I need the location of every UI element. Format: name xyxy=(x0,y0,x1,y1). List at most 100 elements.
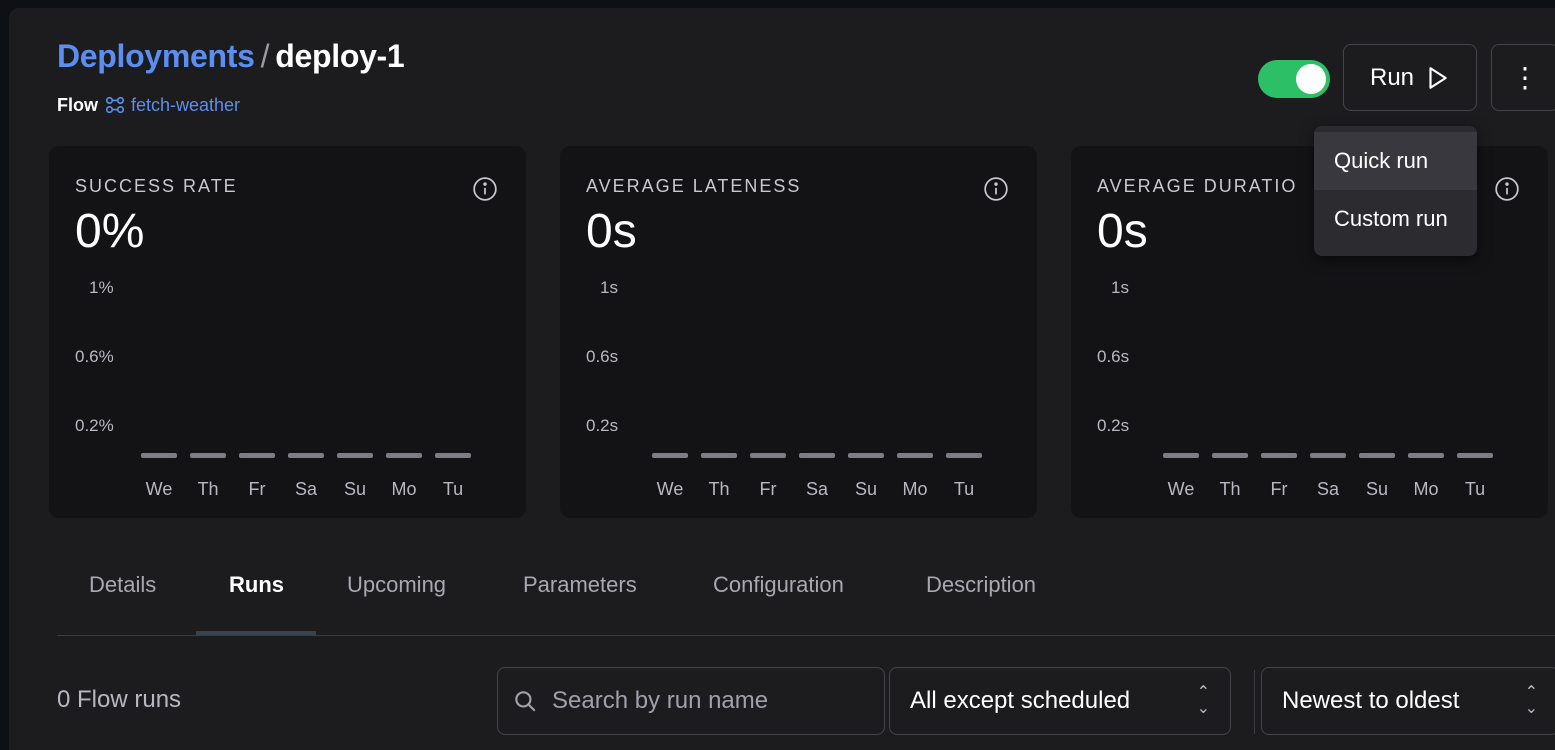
info-icon[interactable] xyxy=(1494,176,1520,202)
deployment-page: Deployments / deploy-1 Flow fetch-weather … xyxy=(9,8,1555,750)
search-input[interactable] xyxy=(552,687,852,715)
x-axis-tick: Th xyxy=(1219,479,1241,499)
breadcrumb-separator: / xyxy=(260,38,270,74)
y-axis-tick: 0.6s xyxy=(1097,347,1130,366)
y-axis-tick: 0.6s xyxy=(586,347,619,366)
y-axis-tick: 0.2s xyxy=(1097,416,1130,435)
card-title: AVERAGE DURATIO xyxy=(1097,176,1298,196)
state-filter-select[interactable]: All except scheduled ⌃ ⌄ xyxy=(889,667,1231,735)
more-options-button[interactable]: ⋮ xyxy=(1491,44,1555,111)
menu-item-quick-run[interactable]: Quick run xyxy=(1314,132,1477,190)
menu-item-custom-run[interactable]: Custom run xyxy=(1314,190,1477,248)
flow-runs-count: 0 Flow runs xyxy=(57,686,182,713)
chart-bar xyxy=(435,453,471,458)
x-axis-tick: Tu xyxy=(953,479,975,499)
run-button[interactable]: Run xyxy=(1343,44,1477,111)
chevron-up-down-icon: ⌃ ⌄ xyxy=(1196,684,1210,717)
tab-description[interactable]: Description xyxy=(926,572,1036,632)
chevron-up-down-icon: ⌃ ⌄ xyxy=(1524,684,1538,717)
x-axis-tick: We xyxy=(145,479,173,499)
chart-bar xyxy=(386,453,422,458)
run-button-label: Run xyxy=(1369,63,1415,91)
card-title: AVERAGE LATENESS xyxy=(586,176,802,196)
success-rate-card: SUCCESS RATE 0% 1% 0.6% 0.2% We Th Fr Sa Su Mo Tu xyxy=(49,146,526,518)
y-axis-tick: 0.2% xyxy=(75,416,114,435)
chart-bar xyxy=(848,453,884,458)
x-axis-tick: Mo xyxy=(902,479,928,499)
x-axis-tick: Su xyxy=(1365,479,1389,499)
x-axis-tick: Fr xyxy=(1270,479,1288,499)
chart-bar xyxy=(750,453,786,458)
tab-bar: Details Runs Upcoming Parameters Configu… xyxy=(57,556,1555,636)
card-value: 0s xyxy=(1097,205,1148,258)
x-axis-tick: Fr xyxy=(248,479,266,499)
deployment-active-toggle[interactable] xyxy=(1258,60,1330,98)
chart-bar xyxy=(1261,453,1297,458)
chart-bar xyxy=(141,453,177,458)
run-dropdown-menu: Quick run Custom run xyxy=(1314,126,1477,256)
toggle-knob xyxy=(1296,64,1326,94)
x-axis-tick: Tu xyxy=(1464,479,1486,499)
x-axis-tick: Sa xyxy=(1316,479,1340,499)
x-axis-tick: Th xyxy=(708,479,730,499)
chart-bar xyxy=(652,453,688,458)
state-filter-value: All except scheduled xyxy=(910,687,1131,714)
flow-label: Flow xyxy=(57,94,98,115)
info-icon[interactable] xyxy=(983,176,1009,202)
divider xyxy=(1254,670,1255,734)
chart-bar xyxy=(1212,453,1248,458)
y-axis-tick: 1% xyxy=(89,278,114,297)
y-axis-tick: 0.6% xyxy=(75,347,114,366)
x-axis-tick: Tu xyxy=(442,479,464,499)
sort-value: Newest to oldest xyxy=(1282,687,1460,714)
x-axis-tick: Su xyxy=(343,479,367,499)
flow-icon xyxy=(105,96,125,114)
tab-configuration[interactable]: Configuration xyxy=(713,572,844,632)
flow-name: fetch-weather xyxy=(131,94,241,115)
page-title: deploy-1 xyxy=(275,38,405,74)
card-value: 0% xyxy=(75,205,145,258)
x-axis-tick: Mo xyxy=(1413,479,1439,499)
tab-parameters[interactable]: Parameters xyxy=(523,572,637,632)
chart-bar xyxy=(239,453,275,458)
breadcrumb: Deployments / deploy-1 xyxy=(57,38,405,75)
active-tab-indicator xyxy=(196,631,316,635)
chart-bar xyxy=(1163,453,1199,458)
tab-runs[interactable]: Runs xyxy=(229,572,284,632)
chart-bar xyxy=(799,453,835,458)
x-axis-tick: Fr xyxy=(759,479,777,499)
chart-bar xyxy=(337,453,373,458)
chart-bar xyxy=(701,453,737,458)
chart-bar xyxy=(190,453,226,458)
chart-bar xyxy=(1310,453,1346,458)
x-axis-tick: We xyxy=(656,479,684,499)
x-axis-tick: Sa xyxy=(294,479,318,499)
x-axis-tick: Mo xyxy=(391,479,417,499)
x-axis-tick: Th xyxy=(197,479,219,499)
chart-bar xyxy=(897,453,933,458)
x-axis-tick: Su xyxy=(854,479,878,499)
chart-bar xyxy=(1359,453,1395,458)
y-axis-tick: 1s xyxy=(1111,278,1129,297)
chart-bar xyxy=(1408,453,1444,458)
card-value: 0s xyxy=(586,205,637,258)
flow-link[interactable]: fetch-weather xyxy=(104,94,240,116)
y-axis-tick: 1s xyxy=(600,278,618,297)
flow-info: Flow fetch-weather xyxy=(57,94,240,116)
tab-details[interactable]: Details xyxy=(89,572,156,632)
chart-bar xyxy=(946,453,982,458)
x-axis-tick: We xyxy=(1167,479,1195,499)
search-icon xyxy=(515,691,536,712)
chart-bar xyxy=(288,453,324,458)
chart-bar xyxy=(1457,453,1493,458)
info-icon[interactable] xyxy=(472,176,498,202)
kebab-menu-icon: ⋮ xyxy=(1511,62,1539,93)
x-axis-tick: Sa xyxy=(805,479,829,499)
play-icon xyxy=(1429,66,1447,89)
card-title: SUCCESS RATE xyxy=(75,176,238,196)
breadcrumb-deployments-link[interactable]: Deployments xyxy=(57,38,255,74)
sort-select[interactable]: Newest to oldest ⌃ ⌄ xyxy=(1261,667,1555,735)
average-lateness-card: AVERAGE LATENESS 0s 1s 0.6s 0.2s We Th Fr Sa Su Mo… xyxy=(560,146,1037,518)
tab-upcoming[interactable]: Upcoming xyxy=(347,572,446,632)
y-axis-tick: 0.2s xyxy=(586,416,619,435)
